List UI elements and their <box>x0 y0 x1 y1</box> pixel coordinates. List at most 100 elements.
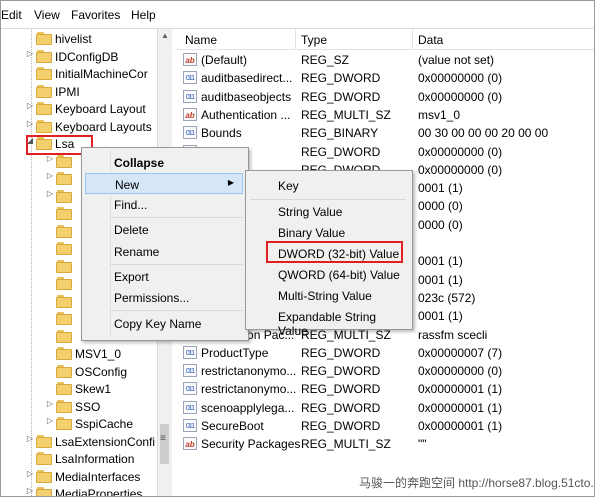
value-data: 0001 (1) <box>418 254 463 269</box>
expand-arrow-icon[interactable]: ▷ <box>25 119 35 128</box>
string-value-icon: ab <box>183 437 197 451</box>
value-row[interactable]: ab (Default) REG_SZ (value not set) <box>175 51 594 69</box>
menu-edit[interactable]: Edit <box>1 8 22 22</box>
tree-item-label: LsaInformation <box>55 452 135 466</box>
tree-item-label: IPMI <box>55 84 80 99</box>
menu-item-copy-key-name[interactable]: Copy Key Name <box>85 313 243 334</box>
value-data: 0x00000000 (0) <box>418 71 503 86</box>
submenu-item-multi-string-value[interactable]: Multi-String Value <box>249 285 407 306</box>
value-data: 0x00000000 (0) <box>418 364 503 379</box>
value-row[interactable]: 011 auditbaseobjects REG_DWORD 0x00000000 (… <box>175 88 594 106</box>
tree-item-label: SSO <box>75 399 101 414</box>
menu-view[interactable]: View <box>34 8 60 22</box>
scrollbar-thumb[interactable] <box>160 424 169 464</box>
value-row[interactable]: ab Security Packages REG_MULTI_SZ "" <box>175 435 594 453</box>
tree-item-label: MediaProperties <box>55 487 143 496</box>
value-row[interactable]: 011 restrictanonymo... REG_DWORD 0x00000001… <box>175 380 594 398</box>
submenu-item-expandable-string-value[interactable]: Expandable String Value <box>249 306 407 338</box>
value-type: REG_DWORD <box>301 144 381 159</box>
tree-guide-line <box>31 29 33 496</box>
menu-favorites[interactable]: Favorites <box>71 8 120 22</box>
expand-arrow-icon[interactable]: ▷ <box>25 486 35 495</box>
menu-item-permissions[interactable]: Permissions... <box>85 287 243 308</box>
value-data: "" <box>418 437 427 452</box>
string-value-icon: ab <box>183 107 197 121</box>
value-data: 0x00000001 (1) <box>418 419 503 433</box>
menu-item-rename[interactable]: Rename <box>85 241 243 262</box>
value-data: 0x00000001 (1) <box>418 400 503 415</box>
tree-item-label: Skew1 <box>75 382 112 396</box>
string-value-icon: ab <box>183 53 197 66</box>
folder-icon <box>56 207 72 220</box>
folder-icon <box>36 102 52 115</box>
tree-item-label: hivelist <box>55 32 92 46</box>
folder-icon <box>36 452 52 465</box>
expand-arrow-icon[interactable]: ▷ <box>25 101 35 110</box>
value-data: 0001 (1) <box>418 181 463 196</box>
folder-icon <box>36 84 52 98</box>
column-divider[interactable] <box>412 29 413 49</box>
folder-icon <box>36 487 52 496</box>
menu-item-new[interactable]: New ▶ <box>85 173 243 194</box>
value-name: Security Packages <box>201 437 301 452</box>
folder-icon <box>56 277 72 290</box>
column-header-name[interactable]: Name <box>185 33 217 47</box>
value-data: (value not set) <box>418 53 495 67</box>
dword-highlight-box <box>266 241 403 263</box>
value-name: auditbasedirect... <box>201 71 293 86</box>
menu-item-delete[interactable]: Delete <box>85 219 243 240</box>
menu-item-collapse[interactable]: Collapse <box>85 152 243 173</box>
expand-arrow-icon[interactable]: ▷ <box>25 434 35 443</box>
folder-icon <box>56 382 72 395</box>
tree-item-label: MediaInterfaces <box>55 469 141 484</box>
value-row[interactable]: 011 Bounds REG_BINARY 00 30 00 00 00 20 00 … <box>175 124 594 142</box>
expand-arrow-icon[interactable]: ▷ <box>45 399 55 408</box>
value-data: 0x00000000 (0) <box>418 144 503 159</box>
expand-arrow-icon[interactable]: ▷ <box>45 416 55 425</box>
binary-value-icon: 011 <box>183 400 197 414</box>
expand-arrow-icon[interactable]: ▷ <box>45 171 55 180</box>
folder-icon <box>36 32 52 45</box>
folder-icon <box>36 67 52 80</box>
tree-item-label: SspiCache <box>75 417 134 431</box>
value-row[interactable]: 011 auditbasedirect... REG_DWORD 0x00000000… <box>175 69 594 87</box>
value-row[interactable]: 011 restrictanonymo... REG_DWORD 0x00000000… <box>175 362 594 380</box>
submenu-item-string-value[interactable]: String Value <box>249 201 407 222</box>
value-name: Bounds <box>201 126 242 141</box>
registry-editor-window: Edit View Favorites Help hivelist ▷ IDConf… <box>0 0 595 497</box>
value-name: ProductType <box>201 345 269 360</box>
expand-arrow-icon[interactable]: ▷ <box>25 49 35 58</box>
value-data: 0001 (1) <box>418 272 463 287</box>
tree-item-label: MSV1_0 <box>75 347 122 361</box>
value-data: 0001 (1) <box>418 309 463 324</box>
grip-icon: ≡ <box>160 433 166 444</box>
value-type: REG_DWORD <box>301 89 381 104</box>
value-row[interactable]: ab Authentication ... REG_MULTI_SZ msv1_0 <box>175 106 594 124</box>
menu-separator <box>110 310 243 311</box>
value-row[interactable]: 011 ProductType REG_DWORD 0x00000007 (7) <box>175 344 594 362</box>
submenu-item-qword-value[interactable]: QWORD (64-bit) Value <box>249 264 407 285</box>
folder-icon <box>56 259 72 273</box>
value-row[interactable]: 011 SecureBoot REG_DWORD 0x00000001 (1) <box>175 417 594 435</box>
column-header-data[interactable]: Data <box>418 33 443 47</box>
scroll-up-arrow-icon[interactable]: ▲ <box>161 31 169 40</box>
tree-item-label: Keyboard Layout <box>55 102 146 116</box>
menu-help[interactable]: Help <box>131 8 156 22</box>
value-type: REG_DWORD <box>301 419 381 433</box>
folder-icon <box>56 329 72 343</box>
folder-icon <box>36 119 52 133</box>
expand-arrow-icon[interactable]: ▷ <box>45 189 55 198</box>
binary-value-icon: 011 <box>183 345 197 359</box>
column-header-type[interactable]: Type <box>301 33 327 47</box>
submenu-item-binary-value[interactable]: Binary Value <box>249 222 407 243</box>
watermark-text: 马骏一的奔跑空间 http://horse87.blog.51cto.com/ <box>359 476 595 490</box>
value-data: 0x00000007 (7) <box>418 345 503 360</box>
submenu-item-key[interactable]: Key <box>249 175 407 196</box>
expand-arrow-icon[interactable]: ▷ <box>25 469 35 478</box>
menu-item-find[interactable]: Find... <box>85 194 243 215</box>
value-data: rassfm scecli <box>418 327 488 342</box>
menu-item-export[interactable]: Export <box>85 266 243 287</box>
column-divider[interactable] <box>295 29 296 49</box>
value-row[interactable]: 011 scenoapplylega... REG_DWORD 0x00000001 … <box>175 399 594 417</box>
value-data: 0x00000000 (0) <box>418 89 503 104</box>
